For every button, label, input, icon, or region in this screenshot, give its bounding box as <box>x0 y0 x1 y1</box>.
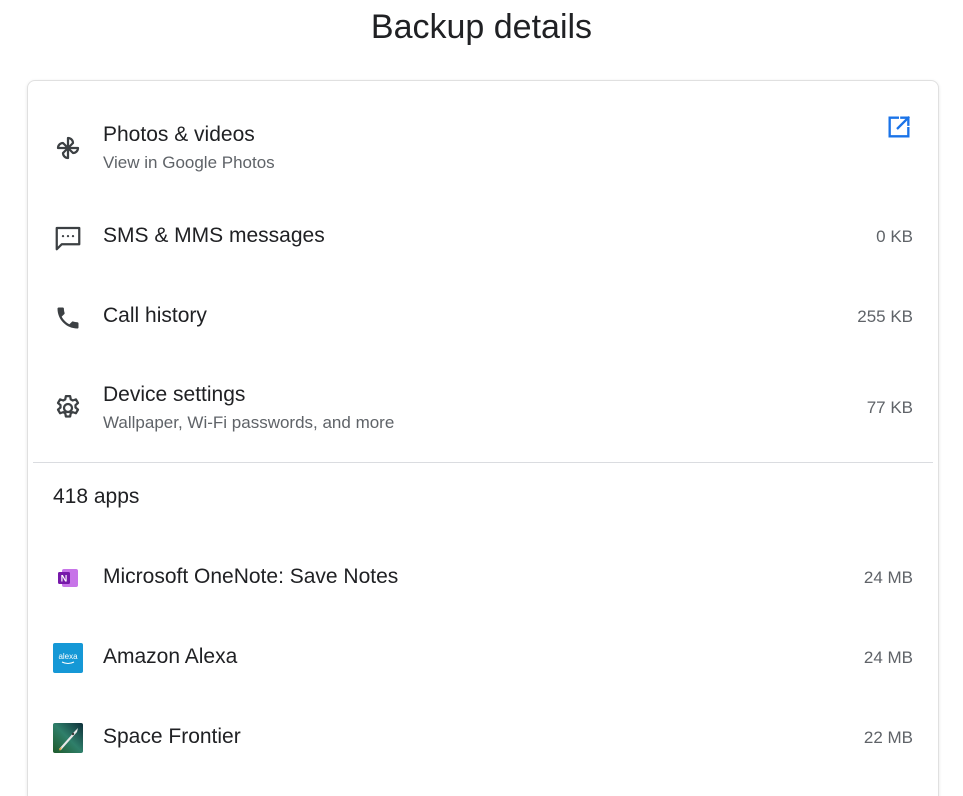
sms-mms-size: 0 KB <box>876 227 913 246</box>
alexa-icon-text: alexa <box>58 652 78 661</box>
call-history-size: 255 KB <box>857 307 913 326</box>
device-settings-size: 77 KB <box>866 398 913 417</box>
photos-videos-title: Photos & videos <box>103 123 255 146</box>
pinwheel-icon <box>53 133 83 163</box>
view-in-google-photos-link[interactable]: View in Google Photos <box>103 153 275 173</box>
backup-card: Photos & videos View in Google Photos SM… <box>27 80 939 796</box>
sms-mms-title: SMS & MMS messages <box>103 224 325 247</box>
section-divider <box>33 462 933 463</box>
app-row-space-frontier[interactable]: Space Frontier 22 MB <box>28 711 938 765</box>
device-settings-title: Device settings <box>103 383 246 406</box>
onenote-icon: N <box>53 563 83 593</box>
space-frontier-icon <box>53 723 83 753</box>
app-name: Amazon Alexa <box>103 645 238 668</box>
app-name: Microsoft OneNote: Save Notes <box>103 565 399 588</box>
app-size: 24 MB <box>863 568 913 587</box>
page-title: Backup details <box>370 8 593 46</box>
device-settings-subtitle: Wallpaper, Wi-Fi passwords, and more <box>103 413 395 432</box>
app-name: Space Frontier <box>103 725 241 748</box>
app-size: 24 MB <box>863 648 913 667</box>
sms-mms-row[interactable]: SMS & MMS messages 0 KB <box>28 211 938 261</box>
open-in-new-icon[interactable] <box>885 113 913 141</box>
apps-count: 418 apps <box>53 485 140 508</box>
photos-videos-row[interactable]: Photos & videos View in Google Photos <box>28 111 938 181</box>
device-settings-row[interactable]: Device settings Wallpaper, Wi-Fi passwor… <box>28 371 938 441</box>
backup-details-page: Backup details Photos & videos View in G… <box>0 0 963 796</box>
call-history-title: Call history <box>103 304 207 327</box>
alexa-icon: alexa <box>53 643 83 673</box>
phone-icon <box>53 303 83 333</box>
message-icon <box>53 223 83 253</box>
call-history-row[interactable]: Call history 255 KB <box>28 291 938 341</box>
svg-text:N: N <box>61 574 68 584</box>
app-size: 22 MB <box>863 728 913 747</box>
app-row-onenote[interactable]: N Microsoft OneNote: Save Notes 24 MB <box>28 551 938 605</box>
app-row-alexa[interactable]: alexa Amazon Alexa 24 MB <box>28 631 938 685</box>
gear-icon <box>53 393 83 423</box>
